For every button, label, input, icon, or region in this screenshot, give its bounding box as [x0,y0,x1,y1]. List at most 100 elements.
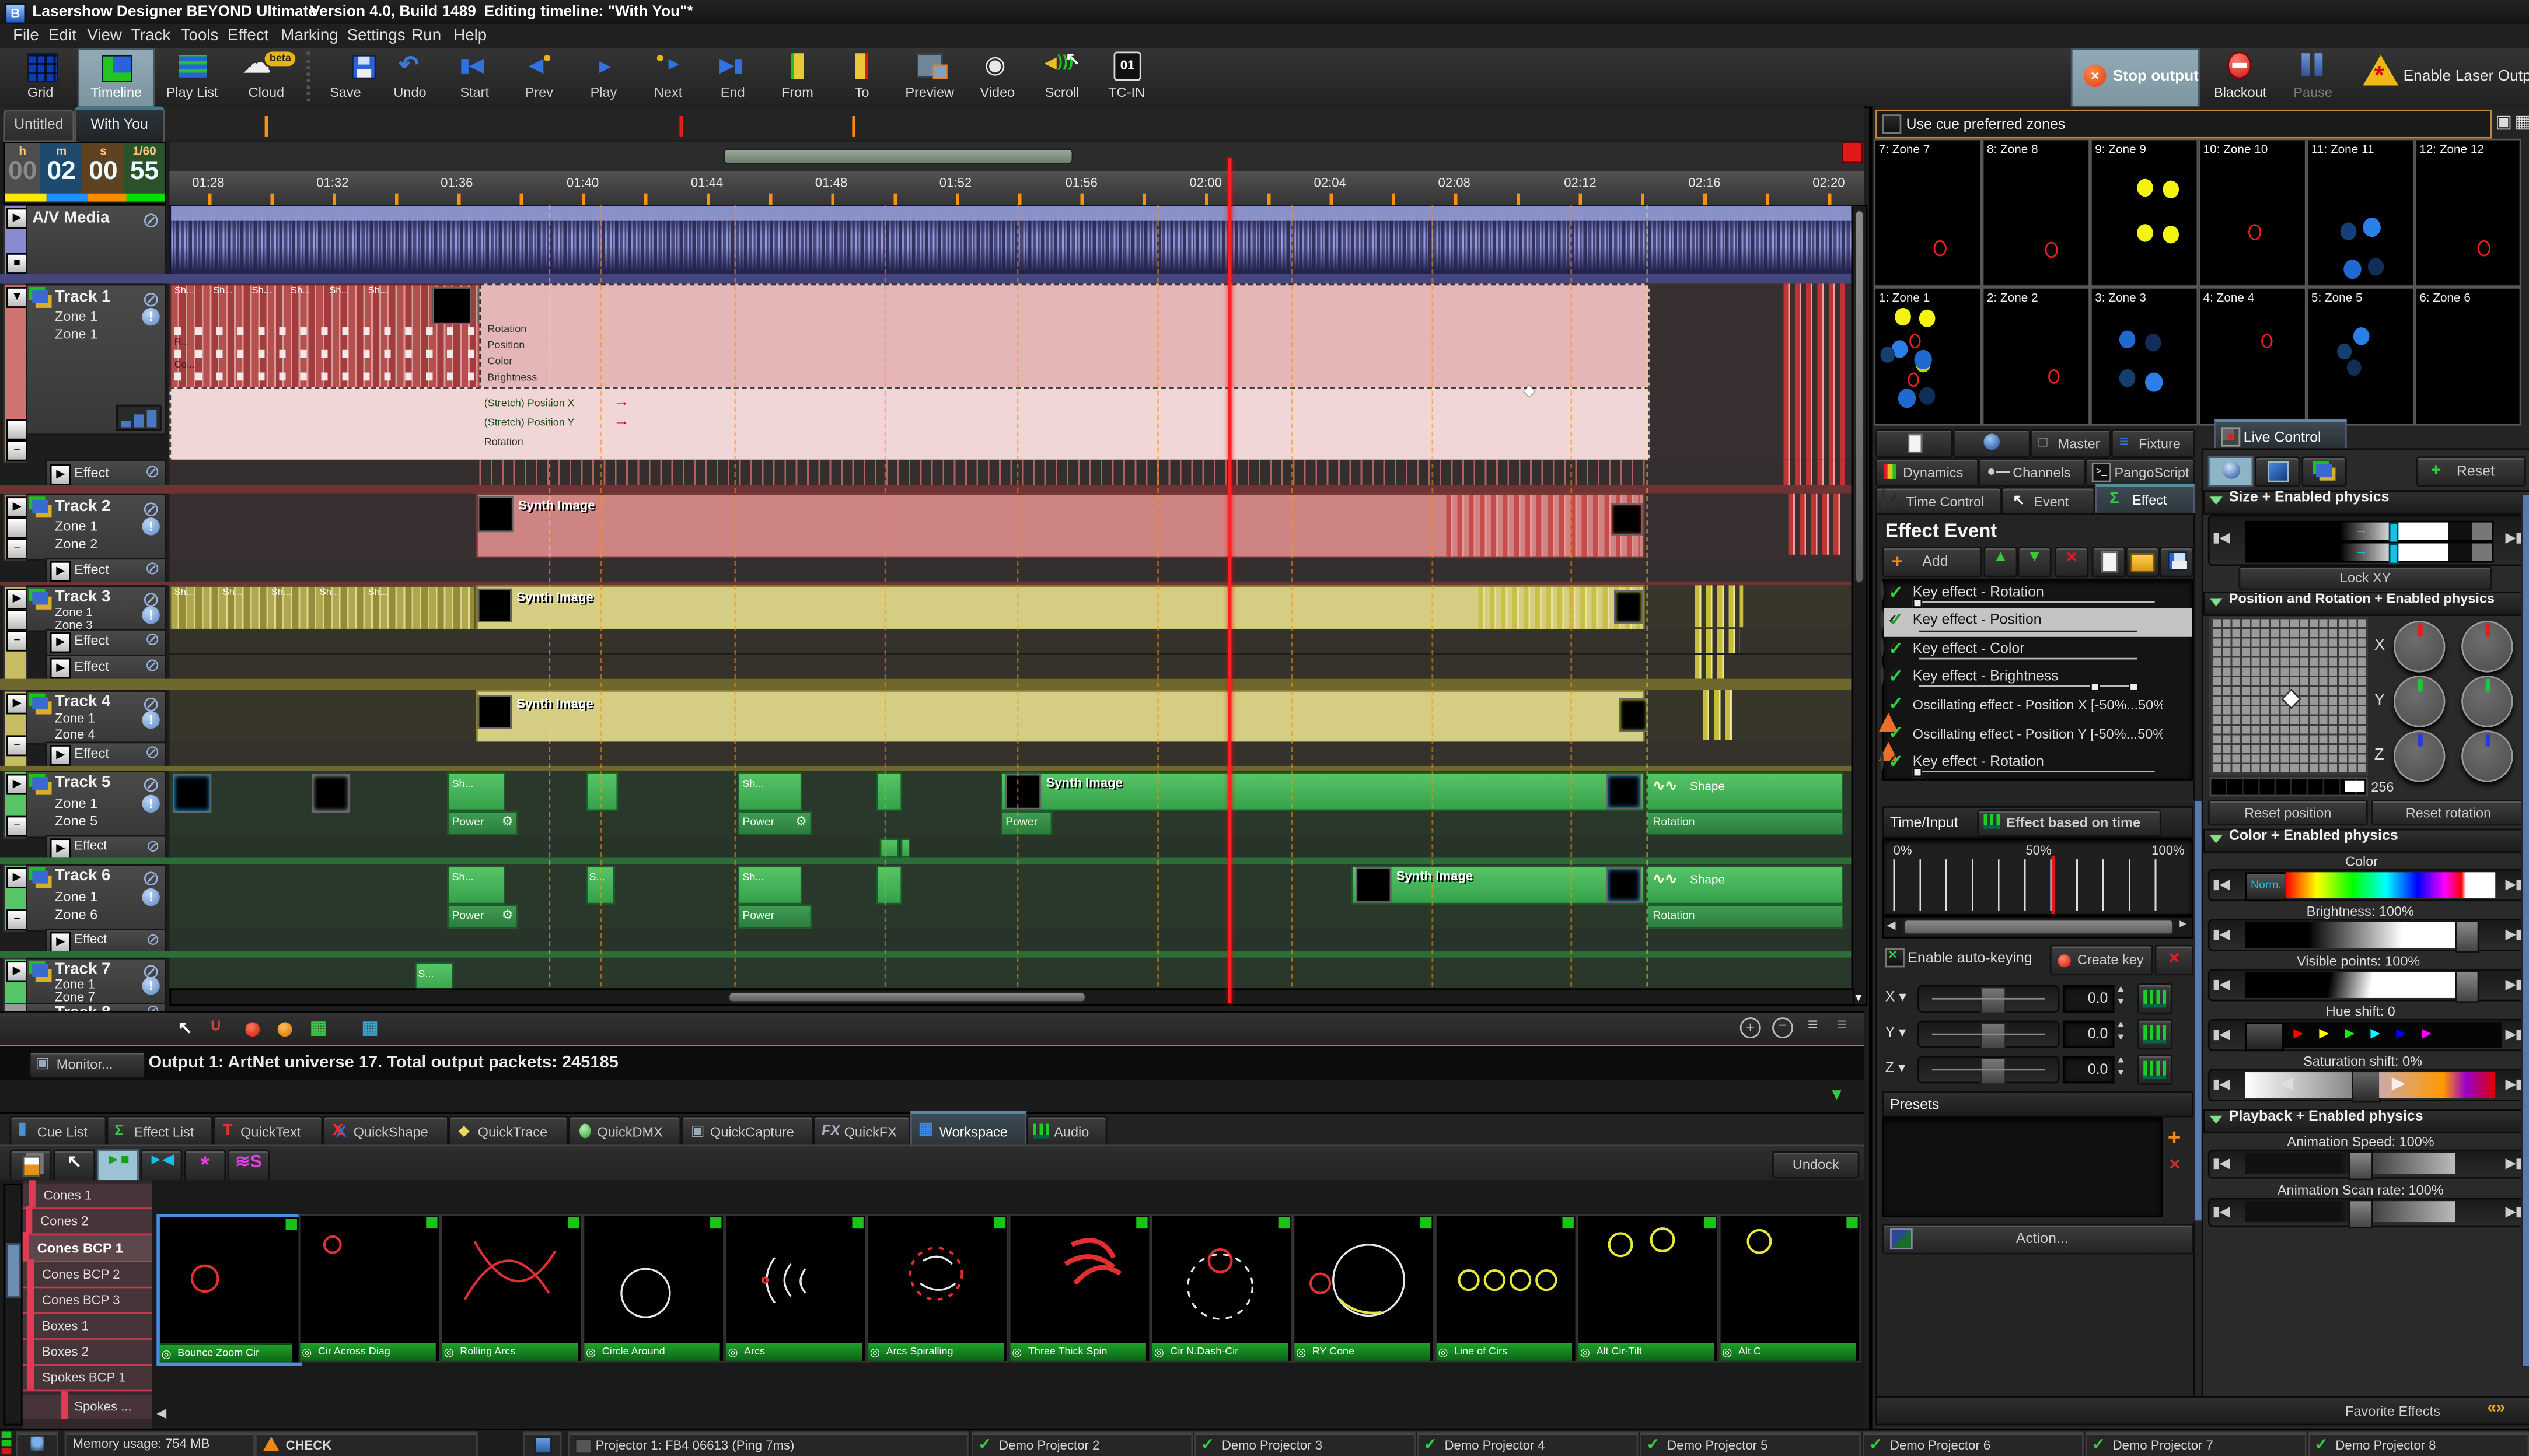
vscroll-thumb[interactable] [1854,209,1864,583]
t6-box3[interactable]: − [6,909,27,930]
t6-power1[interactable]: Power⚙ [447,905,518,929]
hue-handle[interactable] [2245,1022,2284,1051]
menu-run[interactable]: Run [411,27,441,45]
lc-reset-button[interactable]: + Reset [2416,456,2526,487]
t4-effect-header[interactable]: ▶ Effect ⊘ [45,741,166,769]
scroll-button[interactable]: ◀ ))) ↖ Scroll [1033,50,1091,103]
anim-speed-slider[interactable]: ▮◀ ▶▮ [2208,1150,2528,1179]
t6-clip-sh1[interactable]: Sh... [447,866,505,904]
zone-grid-view-icon[interactable]: ▦ [2514,111,2529,132]
t5-clip-sh2[interactable]: Sh... [738,772,802,811]
time-ruler-widget[interactable]: 0% 50% 100% [1882,838,2193,916]
lc-target-global-button[interactable] [2208,456,2253,487]
status-projector-3[interactable]: ✓Demo Projector 3 [1194,1432,1416,1455]
t3-effect2-header[interactable]: ▶ Effect ⊘ [45,654,166,682]
tab-quickfx[interactable]: FXQuickFX [813,1116,910,1148]
track-header-1[interactable]: Track 1 ⊘ Zone 1 ! Zone 1 [26,284,166,435]
select-cursor-icon[interactable]: ↖ [177,1017,192,1038]
cue-tile[interactable]: ◎RY Cone [1293,1214,1435,1362]
t3-right-clips[interactable] [1695,585,1743,627]
lc-target-zone-button[interactable] [2255,456,2300,487]
step-right-icon[interactable]: ▶▮ [2506,1156,2523,1171]
t4-thumb[interactable] [478,695,512,729]
status-projector-1[interactable]: Projector 1: FB4 06613 (Ping 7ms) [568,1432,969,1455]
t3-effect2-content[interactable] [169,654,1856,678]
track-header-7[interactable]: Track 7 ⊘ Zone 1 ! Zone 7 [26,958,166,1006]
zone-cell-1[interactable]: 1: Zone 1 [1874,287,1982,426]
size-y-slider[interactable]: → [2245,542,2494,563]
t2-thumb2[interactable] [1611,503,1643,535]
menu-tools[interactable]: Tools [181,27,219,45]
from-button[interactable]: From [769,50,827,103]
tab-dynamics[interactable]: Dynamics [1875,458,1979,487]
no-output-icon[interactable]: ⊘ [142,498,160,519]
delete-key-button[interactable]: × [2155,945,2193,976]
effect-item-3[interactable]: ✓ Key effect - Color [1884,637,2192,664]
t6-rotation-clip[interactable]: Rotation [1646,905,1843,929]
track-header-av[interactable]: A/V Media ⊘ [26,205,166,277]
step-left-icon[interactable]: ▮◀ [2213,1027,2230,1042]
effect-item-2-selected[interactable]: ✓ Key effect - Position [1884,608,2192,637]
pause-button[interactable]: Pause [2280,50,2345,103]
t3-box3[interactable]: − [6,631,27,652]
playhead-line[interactable] [1228,158,1232,1003]
save-list-button[interactable] [2160,547,2193,578]
t1-right-clips[interactable] [1783,284,1845,459]
t6-shape-clip[interactable]: ∿∿ Shape [1646,866,1843,904]
t3-clip-stack[interactable]: Sh... Sh... Sh... Sh... Sh... [169,585,476,630]
saturation-handle[interactable] [2352,1070,2381,1102]
t7-play[interactable]: ▶ [6,961,27,982]
t5-effect-content[interactable] [169,835,1856,858]
step-left-icon[interactable]: ▮◀ [2213,877,2230,892]
status-monitor-button[interactable] [16,1432,58,1455]
right-scrollbar[interactable] [2521,494,2529,1367]
cue-tile[interactable]: ◎Rolling Arcs [441,1214,582,1362]
size-x-handle[interactable] [2389,523,2399,544]
t6-clip-sh2[interactable]: Sh... [738,866,802,904]
zone-cell-2[interactable]: 2: Zone 2 [1982,287,2090,426]
effect-item-5[interactable]: ✓ Oscillating effect - Position X [-50%.… [1884,692,2192,721]
ws-select-button[interactable]: ↖ [53,1150,95,1182]
t3-box2[interactable] [6,610,27,631]
t6-effect-header[interactable]: ▶ Effect ⊘ [45,929,166,954]
page-spokes-bcp-1[interactable]: Spokes BCP 1 [23,1366,152,1391]
menu-edit[interactable]: Edit [48,27,76,45]
tab-time-control[interactable]: Time Control [1875,487,2001,516]
no-output-icon[interactable]: ⊘ [145,656,159,677]
reset-position-button[interactable]: Reset position [2208,800,2368,825]
t6-effect-content[interactable] [169,929,1856,951]
z-fft-button[interactable] [2137,1055,2172,1086]
cue-tile[interactable]: ◎Alt C [1719,1214,1861,1362]
red-arrow-icon[interactable]: → [613,393,630,411]
mini-slider-handle[interactable] [2090,682,2100,692]
blackout-button[interactable]: Blackout [2206,50,2274,103]
y-slider[interactable] [1917,1021,2059,1048]
add-effect-button[interactable]: + Add [1882,547,1982,578]
effect-play-button[interactable]: ▶ [50,464,71,485]
menu-settings[interactable]: Settings [347,27,406,45]
timeline-button[interactable]: Timeline [78,48,155,108]
knob-x-fine[interactable] [2461,621,2513,672]
mini-slider-handle[interactable] [2129,682,2139,692]
t6-clip4[interactable] [876,866,902,904]
scroll-down-icon[interactable]: ▼ [1853,993,1864,1005]
menu-file[interactable]: File [13,27,39,45]
tab-quicktext[interactable]: TQuickText [213,1116,323,1148]
t2-box3[interactable]: − [6,538,27,559]
menu-lines-icon[interactable]: ≡ [1837,1016,1847,1035]
tab-audio[interactable]: Audio [1026,1116,1107,1148]
zone-info-icon[interactable]: ! [142,711,159,729]
hscroll-thumb[interactable] [728,992,1086,1003]
tab-cue-list[interactable]: ▮Cue List [10,1116,107,1148]
t5-power3[interactable]: Power [1001,811,1053,835]
t1-effect-content[interactable] [169,460,1856,485]
step-left-icon[interactable]: ▮◀ [2213,977,2230,992]
av-stop-button[interactable]: ■ [6,253,27,274]
status-projector-6[interactable]: ✓Demo Projector 6 [1863,1432,2084,1455]
tab-quickdmx[interactable]: QuickDMX [568,1116,682,1148]
t5-synth-thumb[interactable] [1005,774,1041,810]
time-widget-scrollbar[interactable]: ◀ ► [1882,916,2193,939]
effect-play-button[interactable]: ▶ [50,632,71,653]
action-button[interactable]: Action... [1882,1224,2193,1255]
position-grid[interactable] [2210,618,2368,776]
